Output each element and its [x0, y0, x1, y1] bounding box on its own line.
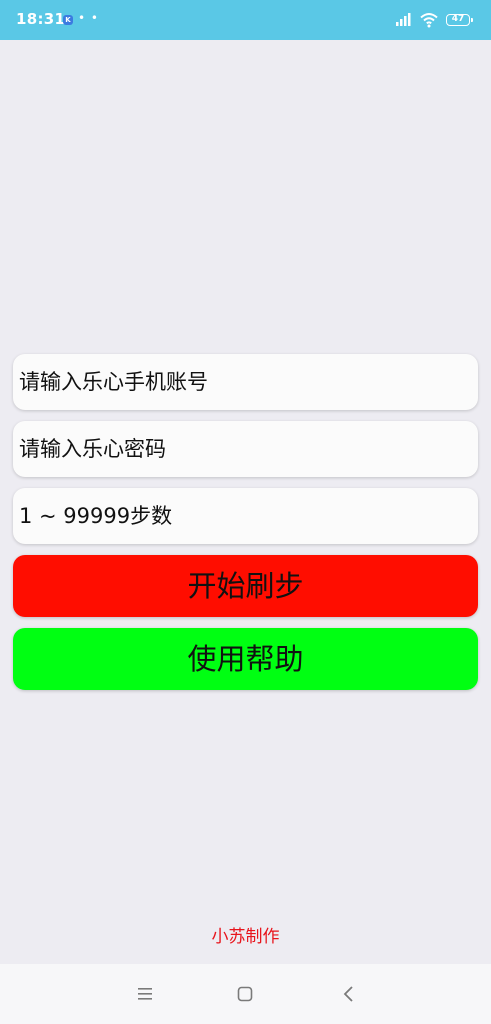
navigation-bar	[0, 964, 491, 1024]
more-notifications-icon: • •	[78, 11, 99, 25]
back-icon[interactable]	[338, 984, 360, 1004]
signal-icon	[396, 13, 411, 26]
password-field[interactable]	[13, 421, 478, 477]
help-button[interactable]: 使用帮助	[13, 628, 478, 690]
credit-text: 小苏制作	[211, 927, 280, 947]
wifi-icon	[420, 13, 438, 28]
password-input[interactable]	[13, 421, 478, 477]
status-bar: 18:31 K • • 47	[0, 0, 491, 40]
start-button[interactable]: 开始刷步	[13, 555, 478, 617]
steps-field[interactable]	[13, 488, 478, 544]
phone-account-input[interactable]	[13, 354, 478, 410]
home-icon[interactable]	[234, 984, 256, 1004]
phone-account-field[interactable]	[13, 354, 478, 410]
app-notification-icon: K	[63, 15, 73, 25]
status-time: 18:31	[16, 10, 66, 28]
menu-icon[interactable]	[134, 984, 156, 1004]
steps-input[interactable]	[13, 488, 478, 544]
battery-icon: 47	[446, 14, 473, 26]
